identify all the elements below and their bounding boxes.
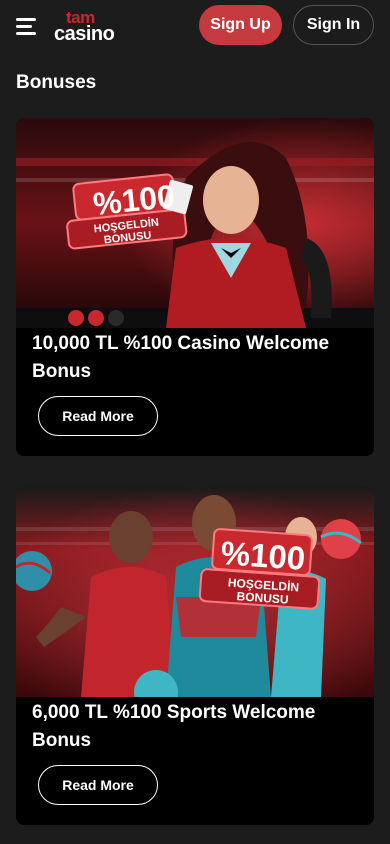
bonus-card-sports: %100 HOŞGELDİN BONUSU 6,000 TL %100 Spor… (16, 487, 374, 825)
casino-bonus-image: %100 HOŞGELDİN BONUSU (16, 118, 374, 328)
bonus-card-casino: %100 HOŞGELDİN BONUSU 10,000 TL %100 Cas… (16, 118, 374, 456)
site-logo[interactable]: tam casino (54, 9, 115, 45)
logo-bottom-text: casino (54, 22, 115, 45)
bonus-title: 10,000 TL %100 Casino Welcome Bonus (32, 333, 330, 382)
badge-percent: %100 (219, 534, 307, 577)
page-title: Bonuses (16, 72, 97, 93)
sign-up-button[interactable]: Sign Up (199, 5, 282, 45)
read-more-button[interactable]: Read More (38, 765, 158, 805)
hamburger-menu-icon[interactable] (16, 14, 40, 38)
bonus-title: 6,000 TL %100 Sports Welcome Bonus (32, 702, 316, 751)
sign-in-button[interactable]: Sign In (293, 5, 374, 45)
sports-bonus-image: %100 HOŞGELDİN BONUSU (16, 487, 374, 697)
read-more-button[interactable]: Read More (38, 396, 158, 436)
